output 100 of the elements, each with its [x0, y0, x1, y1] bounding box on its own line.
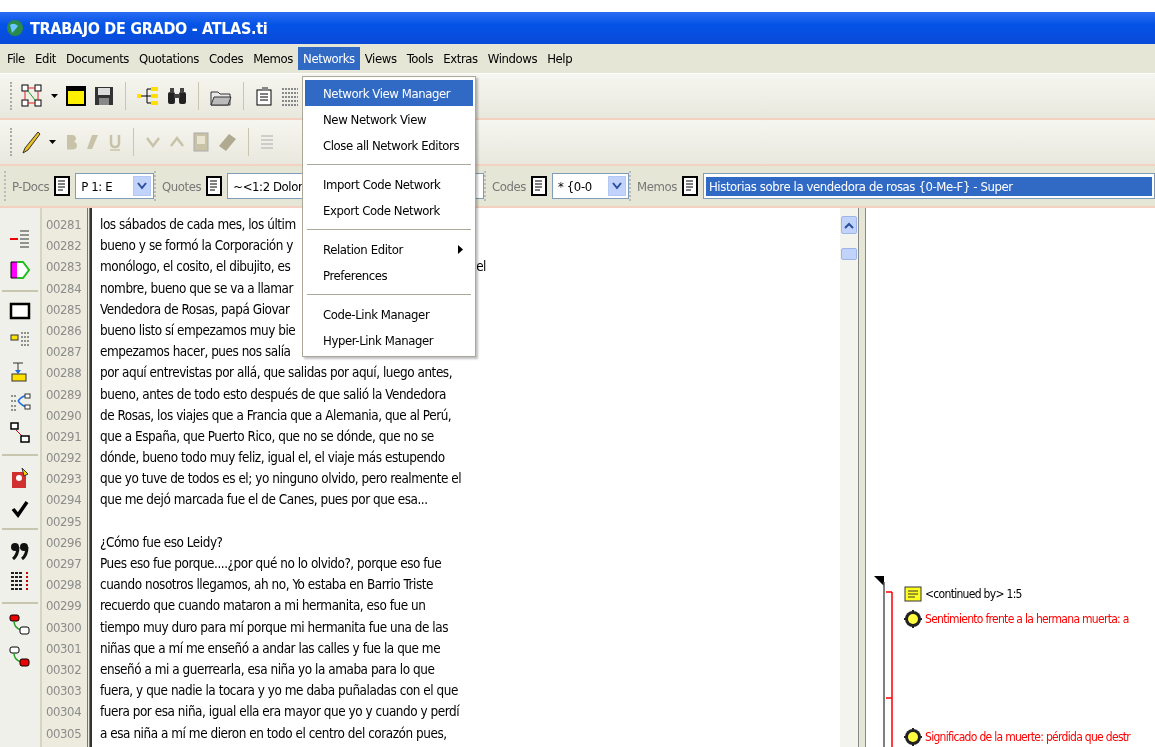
menu-item[interactable]: Help	[542, 47, 578, 70]
quotation-label[interactable]: <continued by> 1:5	[925, 587, 1022, 601]
network-icon[interactable]	[21, 84, 43, 108]
text-line: fuera por esa niña, igual ella era mayor que yo y cuando y perdí	[100, 703, 460, 722]
dropdown-button[interactable]	[608, 176, 626, 196]
line-number: 00283	[45, 258, 83, 277]
line-number: 00301	[45, 639, 83, 658]
globe-icon[interactable]	[6, 19, 24, 37]
search-icon[interactable]	[167, 86, 187, 106]
line-number: 00304	[45, 703, 83, 722]
selector-label: Memos	[637, 178, 677, 194]
menu-item[interactable]: Quotations	[134, 47, 205, 70]
window-icon[interactable]	[66, 86, 86, 106]
text-line: bueno listo sí empezamos muy bie	[100, 321, 296, 340]
window-title: TRABAJO DE GRADO - ATLAS.ti	[30, 18, 268, 38]
menu-entry[interactable]: Network View Manager	[305, 80, 473, 106]
caret-icon[interactable]	[49, 140, 56, 144]
code-icon	[904, 610, 922, 628]
menu-item[interactable]: Codes	[204, 47, 249, 70]
text-line: empezamos hacer, pues nos salía	[100, 343, 291, 362]
line-number: 00297	[45, 555, 83, 573]
code-icon	[904, 728, 922, 746]
line-number: 00298	[45, 576, 83, 595]
box-arrow-icon[interactable]	[10, 360, 30, 382]
line-number: 00285	[45, 300, 83, 319]
text-line: a esa niña a mí me dieron en todo el centro del corazón pues,	[100, 724, 447, 743]
text-line: fuera, y que nadie la tocara y yo me daba puñaladas con el que	[100, 682, 458, 701]
text-line: monólogo, el cosito, el dibujito, es	[100, 258, 291, 277]
scroll-up-button[interactable]	[841, 216, 857, 234]
chevron-down-icon	[137, 182, 147, 190]
text-line: que me dejó marcada fue el de Canes, pues por que esa...	[100, 491, 428, 510]
menu-item[interactable]: Windows	[482, 47, 543, 70]
link-icon[interactable]	[10, 422, 30, 444]
rectangle-icon[interactable]	[9, 302, 31, 320]
menu-item[interactable]: Extras	[438, 47, 483, 70]
line-number: 00286	[45, 321, 83, 340]
tag-icon[interactable]	[9, 260, 31, 280]
caret-icon[interactable]	[51, 94, 58, 98]
menu-item[interactable]: Networks	[298, 47, 360, 70]
text-line: por aquí entrevistas por allá, que salidas por aquí, luego antes,	[100, 364, 453, 383]
line-number: 00287	[45, 343, 83, 362]
menu-item[interactable]: Documents	[60, 47, 135, 70]
code-label[interactable]: Sentimiento frente a la hermana muerta: a	[925, 612, 1129, 626]
text-list-icon[interactable]	[10, 570, 30, 592]
input-field[interactable]: Historias sobre la vendedora de rosas {0-Me-F} - Super	[702, 173, 1155, 199]
line-number: 00289	[45, 385, 83, 404]
text-line: niñas que a mí me enseñó a andar las calles y fue la que me	[100, 639, 441, 658]
line-number: 00302	[45, 660, 83, 679]
tree-icon[interactable]	[137, 86, 159, 106]
link-icon[interactable]	[9, 614, 31, 636]
chevron-down-icon	[612, 182, 622, 190]
line-number: 00292	[45, 449, 83, 468]
text-line: el	[476, 258, 486, 277]
dropdown-button[interactable]	[133, 176, 151, 196]
link-icon[interactable]	[9, 646, 31, 668]
selector-label: P-Docs	[12, 178, 50, 194]
line-number: 00303	[45, 682, 83, 701]
text-line: los sábados de cada mes, los últim	[100, 216, 296, 234]
menu-item[interactable]: Edit	[29, 47, 61, 70]
text-line: cuando nosotros llegamos, ah no, Yo estaba en Barrio Triste	[100, 576, 433, 595]
pane-splitter[interactable]	[858, 208, 866, 747]
document-icon[interactable]	[681, 176, 698, 196]
text-line: Vendedora de Rosas, papá Giovar	[100, 300, 290, 319]
menu-item[interactable]: Views	[359, 47, 402, 70]
document-icon[interactable]	[531, 176, 548, 196]
text-line: que a España, que Puerto Rico, que no se dónde, que no se	[100, 427, 434, 446]
menu-item[interactable]: File	[2, 47, 30, 70]
chevron-up-icon	[844, 221, 854, 229]
text-line: tiempo muy duro para mí porque mi hermanita fue una de las	[100, 618, 448, 637]
check-icon[interactable]	[11, 500, 29, 518]
line-number: 00288	[45, 364, 83, 383]
document-icon[interactable]	[54, 176, 71, 196]
text-line: ¿Cómo fue eso Leidy?	[100, 533, 223, 552]
submenu-arrow-icon	[458, 244, 463, 254]
network-icon[interactable]	[9, 392, 31, 412]
properties-icon[interactable]	[255, 86, 273, 106]
menu-item[interactable]: Tools	[401, 47, 439, 70]
scroll-thumb[interactable]	[841, 248, 857, 260]
text-line: dónde, bueno todo muy feliz, igual el, el viaje más estupendo	[100, 449, 445, 468]
code-label[interactable]: Significado de la muerte: pérdida que destr	[925, 730, 1131, 744]
text-line: Pues eso fue porque....¿por qué no lo olvido?, porque eso fue	[100, 555, 442, 573]
line-number: 00299	[45, 597, 83, 616]
line-number: 00296	[45, 533, 83, 552]
quote-marks-icon[interactable]	[10, 540, 30, 560]
combo-box[interactable]: * {0-0	[552, 173, 629, 199]
pen-icon[interactable]	[21, 130, 41, 154]
text-line: que yo tuve de todos es el; yo ninguno olvido, pero realmente el	[100, 470, 462, 489]
line-number: 00305	[45, 724, 83, 743]
combo-box[interactable]: P 1: E	[75, 173, 154, 199]
text-line: nombre, bueno que se va a llamar	[100, 279, 293, 298]
table-icon[interactable]	[281, 86, 299, 106]
text-line: de Rosas, los viajes que a Francia que a Alemania, que al Perú,	[100, 406, 452, 425]
menu-item[interactable]: Memos	[248, 47, 299, 70]
lines-icon[interactable]	[9, 228, 31, 250]
line-number: 00282	[45, 237, 83, 256]
save-icon[interactable]	[94, 86, 114, 106]
document-icon[interactable]	[206, 176, 223, 196]
scrollbar[interactable]	[840, 208, 858, 747]
line-number: 00300	[45, 618, 83, 637]
text-line: enseñó a mi a guerrearla, esa niña yo la amaba para lo que	[100, 660, 435, 679]
